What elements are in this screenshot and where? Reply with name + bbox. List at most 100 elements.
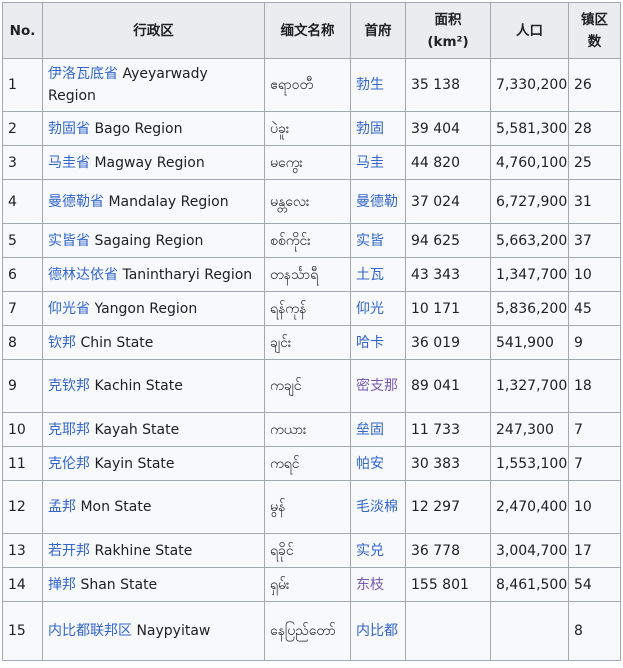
cell-division: 德林达依省 Tanintharyi Region — [42, 257, 265, 292]
capital-link[interactable]: 毛淡棉 — [356, 499, 398, 515]
cell-population: 4,760,100 — [490, 145, 569, 180]
cell-division: 掸邦 Shan State — [42, 567, 265, 602]
division-english: Yangon Region — [94, 300, 198, 317]
division-link[interactable]: 德林达依省 — [48, 267, 118, 283]
cell-townships: 8 — [568, 601, 621, 661]
division-english: Chin State — [80, 334, 154, 351]
cell-no: 8 — [2, 325, 43, 360]
capital-link[interactable]: 内比都 — [356, 623, 398, 639]
header-no[interactable]: No. — [2, 2, 43, 59]
division-english: Mandalay Region — [108, 193, 229, 210]
cell-population: 2,470,400 — [490, 480, 569, 534]
division-english: Naypyitaw — [136, 623, 211, 639]
capital-link[interactable]: 帕安 — [356, 456, 384, 472]
cell-area — [405, 601, 491, 661]
table-row: 9 克钦邦 Kachin State ကချင် 密支那 89 041 1,327,700… — [2, 359, 621, 413]
cell-population: 1,327,700 — [490, 359, 569, 413]
capital-link[interactable]: 密支那 — [356, 378, 398, 394]
division-link[interactable]: 掸邦 — [48, 577, 76, 593]
cell-no: 4 — [2, 179, 43, 224]
cell-division: 勃固省 Bago Region — [42, 111, 265, 146]
cell-no: 13 — [2, 533, 43, 568]
capital-link[interactable]: 东枝 — [356, 577, 384, 593]
capital-link[interactable]: 马圭 — [356, 155, 384, 171]
table-row: 15 内比都联邦区 Naypyitaw နေပြည်တော် 内比都 8 — [2, 601, 621, 661]
cell-population: 5,663,200 — [490, 223, 569, 258]
cell-capital: 曼德勒 — [350, 179, 406, 224]
division-link[interactable]: 勃固省 — [48, 121, 90, 137]
capital-link[interactable]: 垒固 — [356, 422, 384, 438]
cell-population: 541,900 — [490, 325, 569, 360]
table-row: 8 钦邦 Chin State ချင်း 哈卡 36 019 541,900 9 — [2, 325, 621, 360]
cell-area: 44 820 — [405, 145, 491, 180]
cell-population: 1,553,100 — [490, 446, 569, 481]
cell-division: 克伦邦 Kayin State — [42, 446, 265, 481]
division-link[interactable]: 实皆省 — [48, 233, 90, 249]
cell-capital: 实兑 — [350, 533, 406, 568]
cell-division: 钦邦 Chin State — [42, 325, 265, 360]
cell-townships: 45 — [568, 291, 621, 326]
cell-division: 实皆省 Sagaing Region — [42, 223, 265, 258]
capital-link[interactable]: 土瓦 — [356, 267, 384, 283]
header-division[interactable]: 行政区 — [42, 2, 265, 59]
header-townships-label-2: 数 — [587, 33, 602, 50]
cell-townships: 17 — [568, 533, 621, 568]
division-link[interactable]: 若开邦 — [48, 543, 90, 559]
cell-division: 伊洛瓦底省 Ayeyarwady Region — [42, 58, 265, 112]
division-english: Shan State — [80, 576, 158, 593]
division-english: Magway Region — [94, 154, 205, 171]
cell-burmese-name: ရခိုင် — [264, 533, 351, 568]
cell-area: 36 778 — [405, 533, 491, 568]
cell-burmese-name: မန္တလေး — [264, 179, 351, 224]
table-row: 6 德林达依省 Tanintharyi Region တနင်္သာရီ 土瓦 43 3… — [2, 257, 621, 292]
capital-link[interactable]: 勃固 — [356, 121, 384, 137]
division-link[interactable]: 孟邦 — [48, 499, 76, 515]
capital-link[interactable]: 实皆 — [356, 233, 384, 249]
capital-link[interactable]: 哈卡 — [356, 335, 384, 351]
division-link[interactable]: 内比都联邦区 — [48, 623, 132, 639]
cell-capital: 土瓦 — [350, 257, 406, 292]
header-burmese-name[interactable]: 缅文名称 — [264, 2, 351, 59]
cell-townships: 54 — [568, 567, 621, 602]
division-link[interactable]: 曼德勒省 — [48, 194, 104, 210]
cell-burmese-name: ကရင် — [264, 446, 351, 481]
header-townships[interactable]: 镇区数 — [568, 2, 621, 59]
header-population[interactable]: 人口 — [490, 2, 569, 59]
division-link[interactable]: 克伦邦 — [48, 456, 90, 472]
cell-capital: 马圭 — [350, 145, 406, 180]
header-townships-label: 镇区 — [581, 11, 608, 28]
capital-link[interactable]: 实兑 — [356, 543, 384, 559]
cell-area: 35 138 — [405, 58, 491, 112]
cell-division: 曼德勒省 Mandalay Region — [42, 179, 265, 224]
capital-link[interactable]: 曼德勒 — [356, 194, 398, 210]
division-link[interactable]: 伊洛瓦底省 — [48, 66, 118, 82]
table-row: 5 实皆省 Sagaing Region စစ်ကိုင်း 实皆 94 625 5,66… — [2, 223, 621, 258]
cell-area: 43 343 — [405, 257, 491, 292]
cell-townships: 25 — [568, 145, 621, 180]
cell-capital: 内比都 — [350, 601, 406, 661]
cell-capital: 实皆 — [350, 223, 406, 258]
division-link[interactable]: 克耶邦 — [48, 422, 90, 438]
cell-townships: 18 — [568, 359, 621, 413]
division-english: Bago Region — [94, 120, 183, 137]
division-link[interactable]: 钦邦 — [48, 335, 76, 351]
cell-townships: 7 — [568, 446, 621, 481]
header-area-unit: (km²) — [427, 33, 469, 50]
cell-no: 11 — [2, 446, 43, 481]
capital-link[interactable]: 仰光 — [356, 301, 384, 317]
cell-area: 39 404 — [405, 111, 491, 146]
cell-population: 5,581,300 — [490, 111, 569, 146]
header-capital[interactable]: 首府 — [350, 2, 406, 59]
capital-link[interactable]: 勃生 — [356, 77, 384, 93]
cell-no: 15 — [2, 601, 43, 661]
cell-area: 10 171 — [405, 291, 491, 326]
header-row: No. 行政区 缅文名称 首府 面积 (km²) 人口 镇区数 — [2, 2, 621, 59]
division-link[interactable]: 克钦邦 — [48, 378, 90, 394]
table-row: 1 伊洛瓦底省 Ayeyarwady Region ဧရာဝတီ 勃生 35 138 7,… — [2, 58, 621, 112]
header-area[interactable]: 面积 (km²) — [405, 2, 491, 59]
cell-townships: 26 — [568, 58, 621, 112]
cell-burmese-name: နေပြည်တော် — [264, 601, 351, 661]
cell-burmese-name: ပဲခူး — [264, 111, 351, 146]
division-link[interactable]: 仰光省 — [48, 301, 90, 317]
division-link[interactable]: 马圭省 — [48, 155, 90, 171]
